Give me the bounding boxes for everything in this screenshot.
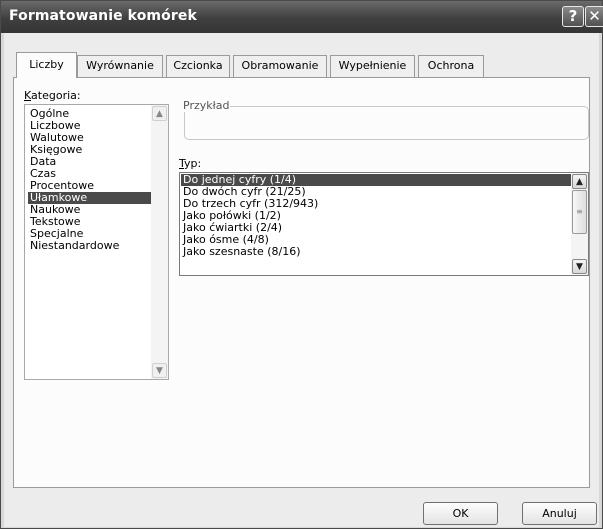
- category-listbox[interactable]: Ogólne Liczbowe Walutowe Księgowe Data C…: [24, 104, 169, 380]
- close-button[interactable]: ✕: [585, 6, 603, 27]
- type-label-rest: yp:: [184, 157, 202, 170]
- sample-groupbox: [184, 106, 589, 140]
- scroll-down-icon[interactable]: ▼: [572, 259, 587, 274]
- tab-obramowanie[interactable]: Obramowanie: [233, 55, 327, 77]
- category-scrollbar[interactable]: ▲ ▼: [151, 105, 168, 379]
- tab-label: Liczby: [29, 58, 64, 71]
- tab-wyrownanie[interactable]: Wyrównanie: [77, 55, 163, 77]
- help-button[interactable]: ?: [562, 6, 584, 27]
- dialog-body: Liczby Wyrównanie Czcionka Obramowanie W…: [4, 33, 599, 527]
- category-label: Kategoria:: [24, 89, 81, 102]
- format-cells-dialog: Formatowanie komórek ? ✕ Liczby Wyrównan…: [0, 0, 603, 529]
- scroll-up-icon[interactable]: ▲: [572, 174, 587, 189]
- close-icon: ✕: [588, 7, 601, 25]
- tab-ochrona[interactable]: Ochrona: [418, 55, 484, 77]
- category-item-niestandardowe[interactable]: Niestandardowe: [28, 240, 121, 252]
- help-icon: ?: [568, 7, 578, 25]
- tab-liczby[interactable]: Liczby: [16, 52, 77, 78]
- tab-czcionka[interactable]: Czcionka: [166, 55, 230, 77]
- tab-label: Wyrównanie: [86, 59, 154, 72]
- cancel-button[interactable]: Anuluj: [522, 502, 597, 525]
- type-scrollbar[interactable]: ▲ ≡ ▼: [571, 173, 588, 275]
- tab-label: Czcionka: [173, 59, 223, 72]
- tab-panel-liczby: Kategoria: Ogólne Liczbowe Walutowe Księ…: [13, 77, 590, 488]
- tab-wypelnienie[interactable]: Wypełnienie: [330, 55, 415, 77]
- type-listbox[interactable]: Do jednej cyfry (1/4) Do dwóch cyfr (21/…: [179, 172, 589, 276]
- scroll-up-icon[interactable]: ▲: [152, 106, 167, 121]
- tab-label: Wypełnienie: [338, 59, 407, 72]
- tab-label: Obramowanie: [241, 59, 319, 72]
- scroll-down-icon[interactable]: ▼: [152, 363, 167, 378]
- ok-button[interactable]: OK: [423, 502, 498, 525]
- sample-label: Przykład: [182, 99, 231, 112]
- category-label-accesskey: K: [24, 89, 32, 102]
- type-item[interactable]: Jako szesnaste (8/16): [181, 246, 301, 258]
- category-label-rest: ategoria:: [31, 89, 81, 102]
- type-label: Typ:: [179, 157, 201, 170]
- scroll-thumb[interactable]: ≡: [572, 190, 587, 234]
- tab-label: Ochrona: [427, 59, 475, 72]
- title-bar[interactable]: Formatowanie komórek ? ✕: [1, 1, 603, 33]
- dialog-title: Formatowanie komórek: [9, 8, 197, 24]
